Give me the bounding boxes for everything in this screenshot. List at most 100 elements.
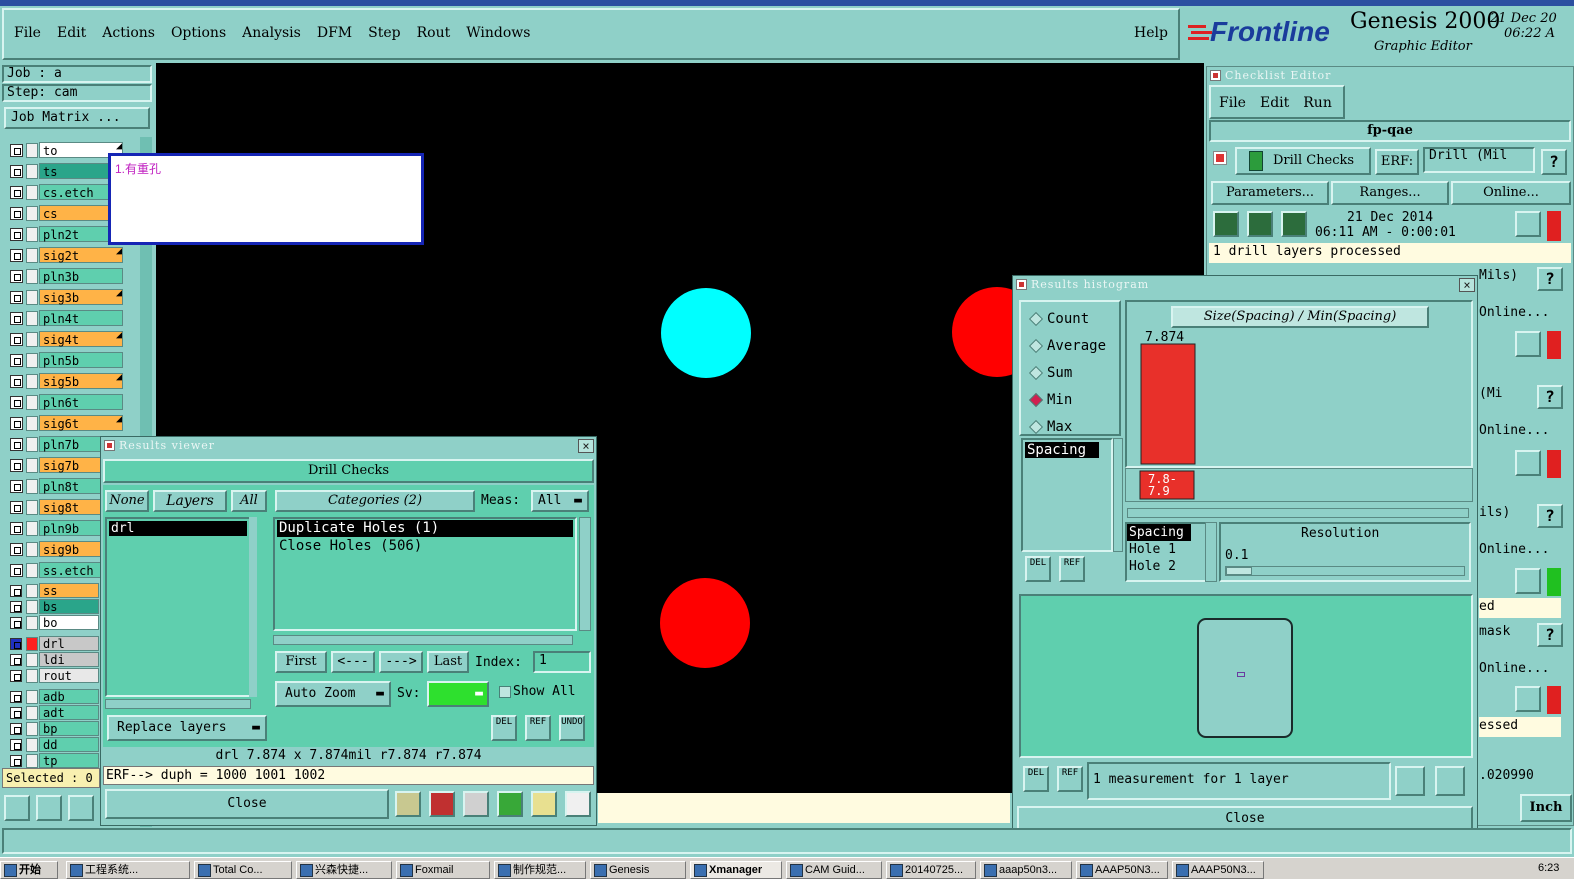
resolution-slider[interactable] <box>1225 566 1465 576</box>
replace-layers-select[interactable]: Replace layers ▬ <box>107 715 267 741</box>
del-button[interactable]: DEL <box>491 715 517 741</box>
help-button[interactable]: ? <box>1537 385 1563 409</box>
help-button[interactable]: ? <box>1537 504 1563 528</box>
none-button[interactable]: None <box>105 490 149 512</box>
hist-ref-button[interactable]: REF <box>1059 556 1085 582</box>
layer-row[interactable]: sig5b ◢ <box>7 372 125 391</box>
layer-checkbox[interactable] <box>10 564 23 577</box>
last-button[interactable]: Last <box>427 651 469 673</box>
hist-del-button-2[interactable]: DEL <box>1023 766 1049 792</box>
zoom-results-icon[interactable] <box>1515 686 1541 712</box>
online-button[interactable]: Online... <box>1451 181 1571 205</box>
layer-row[interactable]: sig4t ◢ <box>7 330 125 349</box>
layer-checkbox[interactable] <box>10 291 23 304</box>
menu-windows[interactable]: Windows <box>466 25 530 41</box>
layer-checkbox[interactable] <box>10 417 23 430</box>
layers-scrollbar[interactable] <box>249 517 257 697</box>
erf-input[interactable]: Drill (Mil <box>1423 147 1535 173</box>
stat-option-average[interactable]: Average <box>1021 337 1119 357</box>
layer-checkbox[interactable] <box>10 249 23 262</box>
detail-scrollbar[interactable] <box>1205 522 1217 582</box>
layer-checkbox[interactable] <box>10 755 22 767</box>
window-menu-icon[interactable] <box>1016 279 1027 290</box>
start-button[interactable]: 开始 <box>0 861 58 879</box>
checklist-menu-run[interactable]: Run <box>1303 95 1332 111</box>
layer-checkbox[interactable] <box>10 707 22 719</box>
categories-list[interactable]: Duplicate Holes (1) Close Holes (506) <box>273 517 577 631</box>
checklist-item-fragment[interactable]: Online... <box>1479 660 1561 680</box>
checklist-menu-edit[interactable]: Edit <box>1260 95 1289 111</box>
radio-icon[interactable] <box>1028 365 1044 381</box>
radio-icon[interactable] <box>1028 419 1044 435</box>
taskbar-item[interactable]: AAAP50N3... <box>1172 861 1264 879</box>
drill-hole[interactable] <box>660 578 750 668</box>
zoom-results-icon[interactable] <box>1515 568 1541 594</box>
layer-checkbox[interactable] <box>10 723 22 735</box>
layer-checkbox[interactable] <box>10 670 22 682</box>
window-menu-icon[interactable] <box>104 440 115 451</box>
layer-checkbox[interactable] <box>10 333 23 346</box>
taskbar-item[interactable]: 工程系统... <box>66 861 190 879</box>
histogram-bar[interactable] <box>1140 343 1196 465</box>
taskbar-item[interactable]: Total Co... <box>194 861 292 879</box>
categories-hscroll[interactable] <box>273 635 573 645</box>
layer-checkbox[interactable] <box>10 638 22 650</box>
menu-actions[interactable]: Actions <box>102 25 155 41</box>
layer-checkbox[interactable] <box>10 228 23 241</box>
help-button[interactable]: ? <box>1541 149 1567 175</box>
menu-rout[interactable]: Rout <box>417 25 451 41</box>
close-button[interactable]: Close <box>105 789 389 819</box>
layer-checkbox[interactable] <box>10 501 23 514</box>
layer-checkbox[interactable] <box>10 270 23 283</box>
meas-select[interactable]: All ▬ <box>531 490 589 512</box>
layer-checkbox[interactable] <box>10 654 22 666</box>
undo-button[interactable]: UNDO <box>559 715 585 741</box>
checklist-item-fragment[interactable]: essed <box>1479 717 1561 737</box>
grid-tool-icon[interactable] <box>68 795 94 821</box>
note-popup[interactable]: 1.有重孔 <box>108 153 424 245</box>
layer-checkbox[interactable] <box>10 601 22 613</box>
menu-analysis[interactable]: Analysis <box>242 25 301 41</box>
layer-checkbox[interactable] <box>10 543 23 556</box>
menu-file[interactable]: File <box>14 25 41 41</box>
menu-help[interactable]: Help <box>1134 25 1168 41</box>
prev-button[interactable]: <--- <box>331 651 375 673</box>
taskbar-item[interactable]: Genesis <box>590 861 686 879</box>
layer-checkbox[interactable] <box>10 312 23 325</box>
histogram-icon[interactable] <box>565 791 591 817</box>
layer-row[interactable]: sig6t ◢ <box>7 414 125 433</box>
layer-checkbox[interactable] <box>10 585 22 597</box>
erase-icon[interactable] <box>429 791 455 817</box>
radio-icon[interactable] <box>1028 338 1044 354</box>
categories-button[interactable]: Categories (2) <box>275 490 475 512</box>
all-button[interactable]: All <box>231 490 267 512</box>
layer-checkbox[interactable] <box>10 396 23 409</box>
layer-checkbox[interactable] <box>10 375 23 388</box>
run-all-icon[interactable] <box>1247 211 1273 237</box>
layer-checkbox[interactable] <box>10 354 23 367</box>
spacing-list-scrollbar[interactable] <box>1113 438 1123 552</box>
layer-row[interactable]: pln3b <box>7 267 125 286</box>
zoom-results-icon[interactable] <box>1515 450 1541 476</box>
hist-ref-button-2[interactable]: REF <box>1057 766 1083 792</box>
show-all-checkbox[interactable] <box>499 686 511 698</box>
zoom-results-icon[interactable] <box>1515 211 1541 237</box>
layer-row[interactable]: pln5b <box>7 351 125 370</box>
sv-color-select[interactable]: ▬ <box>427 681 489 707</box>
hist-del-button[interactable]: DEL <box>1025 556 1051 582</box>
run-icon[interactable] <box>1213 211 1239 237</box>
close-icon[interactable]: × <box>1459 278 1475 292</box>
close-icon[interactable]: × <box>578 439 594 453</box>
layer-checkbox[interactable] <box>10 522 23 535</box>
taskbar-item[interactable]: Xmanager <box>690 861 782 879</box>
layer-checkbox[interactable] <box>10 739 22 751</box>
stat-option-count[interactable]: Count <box>1021 310 1119 330</box>
check-enable-checkbox[interactable] <box>1213 151 1227 165</box>
layer-checkbox[interactable] <box>10 691 22 703</box>
taskbar-item[interactable]: aaap50n3... <box>980 861 1072 879</box>
layer-checkbox[interactable] <box>10 438 23 451</box>
layer-checkbox[interactable] <box>10 186 23 199</box>
layer-checkbox[interactable] <box>10 617 22 629</box>
categories-scrollbar[interactable] <box>579 517 591 631</box>
taskbar-item[interactable]: CAM Guid... <box>786 861 882 879</box>
